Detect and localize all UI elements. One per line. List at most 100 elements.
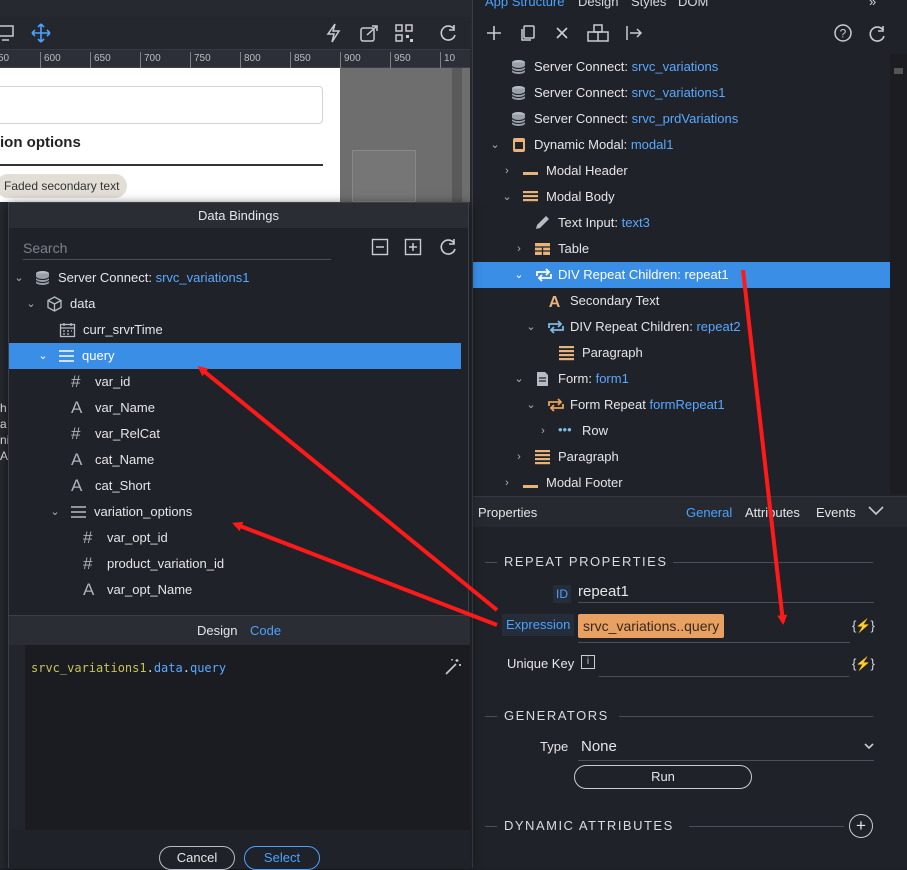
tree-item-table[interactable]: › Table bbox=[473, 236, 891, 262]
expression-value[interactable]: srvc_variations..query bbox=[578, 614, 725, 638]
lightning-icon[interactable] bbox=[324, 22, 346, 44]
canvas-text-input[interactable] bbox=[0, 86, 323, 124]
help-icon[interactable]: ? bbox=[833, 23, 855, 45]
type-select[interactable]: None bbox=[581, 738, 617, 755]
binding-item-curr-srvrtime[interactable]: curr_srvrTime bbox=[9, 317, 461, 343]
binding-item-cat-name[interactable]: A cat_Name bbox=[9, 447, 461, 473]
run-button[interactable]: Run bbox=[574, 765, 752, 789]
dynamic-binding-button[interactable]: {⚡} bbox=[852, 656, 875, 672]
tab-events[interactable]: Events bbox=[816, 505, 856, 520]
select-button[interactable]: Select bbox=[244, 846, 320, 870]
ruler-tick: 600 bbox=[40, 52, 61, 68]
magic-wand-icon[interactable] bbox=[443, 657, 463, 677]
refresh-icon[interactable] bbox=[866, 23, 888, 45]
code-expression[interactable]: srvc_variations1.data.query bbox=[31, 661, 226, 675]
binding-item-var-name[interactable]: A var_Name bbox=[9, 395, 461, 421]
info-icon[interactable]: i bbox=[581, 655, 595, 669]
tab-styles[interactable]: Styles bbox=[631, 0, 666, 9]
collapse-all-icon[interactable] bbox=[371, 238, 389, 256]
tab-design-mode[interactable]: Design bbox=[197, 623, 237, 638]
chevron-right-icon[interactable]: › bbox=[501, 158, 513, 184]
move-icon[interactable] bbox=[30, 22, 52, 44]
tree-item-paragraph[interactable]: › Paragraph bbox=[473, 444, 891, 470]
chevron-down-icon[interactable]: ⌄ bbox=[513, 262, 525, 288]
share-icon[interactable] bbox=[358, 22, 380, 44]
refresh-icon[interactable] bbox=[437, 236, 459, 258]
add-attribute-button[interactable]: + bbox=[849, 814, 873, 838]
chevron-down-icon[interactable] bbox=[863, 741, 875, 751]
tree-item-modal-footer[interactable]: › Modal Footer bbox=[473, 470, 891, 496]
form-repeat-icon bbox=[546, 397, 564, 413]
tree-item-server-connect[interactable]: Server Connect: srvc_prdVariations bbox=[473, 106, 891, 132]
tree-item-form[interactable]: ⌄ Form: form1 bbox=[473, 366, 891, 392]
tree-item-modal-header[interactable]: › Modal Header bbox=[473, 158, 891, 184]
chevron-down-icon[interactable]: ⌄ bbox=[525, 314, 537, 340]
tree-item-repeat1[interactable]: ⌄ DIV Repeat Children: repeat1 bbox=[473, 262, 891, 288]
chevron-right-icon[interactable]: › bbox=[513, 444, 525, 470]
tab-code-mode[interactable]: Code bbox=[250, 623, 281, 638]
binding-item-var-relcat[interactable]: # var_RelCat bbox=[9, 421, 461, 447]
chevron-down-icon[interactable]: ⌄ bbox=[25, 291, 37, 317]
chevron-down-icon[interactable]: ⌄ bbox=[513, 366, 525, 392]
chevron-right-icon[interactable]: › bbox=[501, 470, 513, 496]
svg-text:A: A bbox=[549, 294, 561, 309]
tree-item-modal-body[interactable]: ⌄ Modal Body bbox=[473, 184, 891, 210]
code-editor[interactable]: srvc_variations1.data.query bbox=[9, 645, 470, 830]
binding-item-cat-short[interactable]: A cat_Short bbox=[9, 473, 461, 499]
canvas-heading: ion options bbox=[0, 134, 81, 151]
binding-item-server-connect[interactable]: ⌄ Server Connect: srvc_variations1 bbox=[9, 265, 461, 291]
chevron-down-icon[interactable]: ⌄ bbox=[49, 499, 61, 525]
tab-app-structure[interactable]: App Structure bbox=[485, 0, 565, 9]
binding-item-var-id[interactable]: # var_id bbox=[9, 369, 461, 395]
canvas-toolbar bbox=[0, 17, 470, 50]
tree-item-dynamic-modal[interactable]: ⌄ Dynamic Modal: modal1 bbox=[473, 132, 891, 158]
tab-dom[interactable]: DOM bbox=[678, 0, 708, 9]
scrollbar-thumb[interactable] bbox=[894, 68, 903, 74]
tree-item-paragraph[interactable]: Paragraph bbox=[473, 340, 891, 366]
tree-item-repeat2[interactable]: ⌄ DIV Repeat Children: repeat2 bbox=[473, 314, 891, 340]
copy-icon[interactable] bbox=[518, 23, 540, 45]
tree-item-text-input[interactable]: Text Input: text3 bbox=[473, 210, 891, 236]
tree-item-server-connect[interactable]: Server Connect: srvc_variations1 bbox=[473, 80, 891, 106]
text-a-icon: A bbox=[71, 398, 83, 417]
tree-item-server-connect[interactable]: Server Connect: srvc_variations bbox=[473, 54, 891, 80]
ruler-tick: 800 bbox=[240, 52, 261, 68]
binding-item-data[interactable]: ⌄ data bbox=[9, 291, 461, 317]
refresh-icon[interactable] bbox=[437, 22, 459, 44]
section-line bbox=[485, 826, 497, 827]
tab-general[interactable]: General bbox=[686, 505, 732, 520]
unwrap-icon[interactable] bbox=[624, 23, 646, 45]
chevron-down-icon[interactable]: ⌄ bbox=[37, 343, 49, 369]
qr-code-icon[interactable] bbox=[393, 22, 415, 44]
panel-expand-icon[interactable]: » bbox=[869, 0, 876, 9]
binding-item-label: var_opt_id bbox=[107, 530, 168, 545]
cancel-button[interactable]: Cancel bbox=[159, 846, 235, 870]
tree-item-form-repeat[interactable]: ⌄ Form Repeat formRepeat1 bbox=[473, 392, 891, 418]
chevron-down-icon[interactable]: ⌄ bbox=[489, 132, 501, 158]
binding-item-label: cat_Short bbox=[95, 478, 151, 493]
binding-item-query[interactable]: ⌄ query bbox=[9, 343, 461, 369]
search-input[interactable] bbox=[23, 238, 331, 258]
tree-item-secondary-text[interactable]: A Secondary Text bbox=[473, 288, 891, 314]
desktop-icon[interactable] bbox=[0, 23, 18, 45]
chevron-right-icon[interactable]: › bbox=[513, 236, 525, 262]
chevron-right-icon[interactable]: › bbox=[537, 418, 549, 444]
collapse-chevron-icon[interactable] bbox=[867, 503, 885, 517]
add-icon[interactable] bbox=[484, 23, 506, 45]
tab-attributes[interactable]: Attributes bbox=[745, 505, 800, 520]
dynamic-binding-button[interactable]: {⚡} bbox=[852, 618, 875, 634]
wrap-icon[interactable] bbox=[586, 23, 609, 45]
tree-scrollbar[interactable] bbox=[890, 54, 907, 494]
binding-item-var-opt-name[interactable]: A var_opt_Name bbox=[9, 577, 461, 603]
chevron-down-icon[interactable]: ⌄ bbox=[525, 392, 537, 418]
id-value[interactable]: repeat1 bbox=[578, 583, 629, 600]
chevron-down-icon[interactable]: ⌄ bbox=[501, 184, 513, 210]
chevron-down-icon[interactable]: ⌄ bbox=[13, 265, 25, 291]
binding-item-var-opt-id[interactable]: # var_opt_id bbox=[9, 525, 461, 551]
expand-all-icon[interactable] bbox=[404, 238, 422, 256]
delete-icon[interactable] bbox=[552, 23, 574, 45]
binding-item-product-variation-id[interactable]: # product_variation_id bbox=[9, 551, 461, 577]
tree-item-row[interactable]: › ••• Row bbox=[473, 418, 891, 444]
binding-item-variation-options[interactable]: ⌄ variation_options bbox=[9, 499, 461, 525]
tab-design[interactable]: Design bbox=[578, 0, 618, 9]
